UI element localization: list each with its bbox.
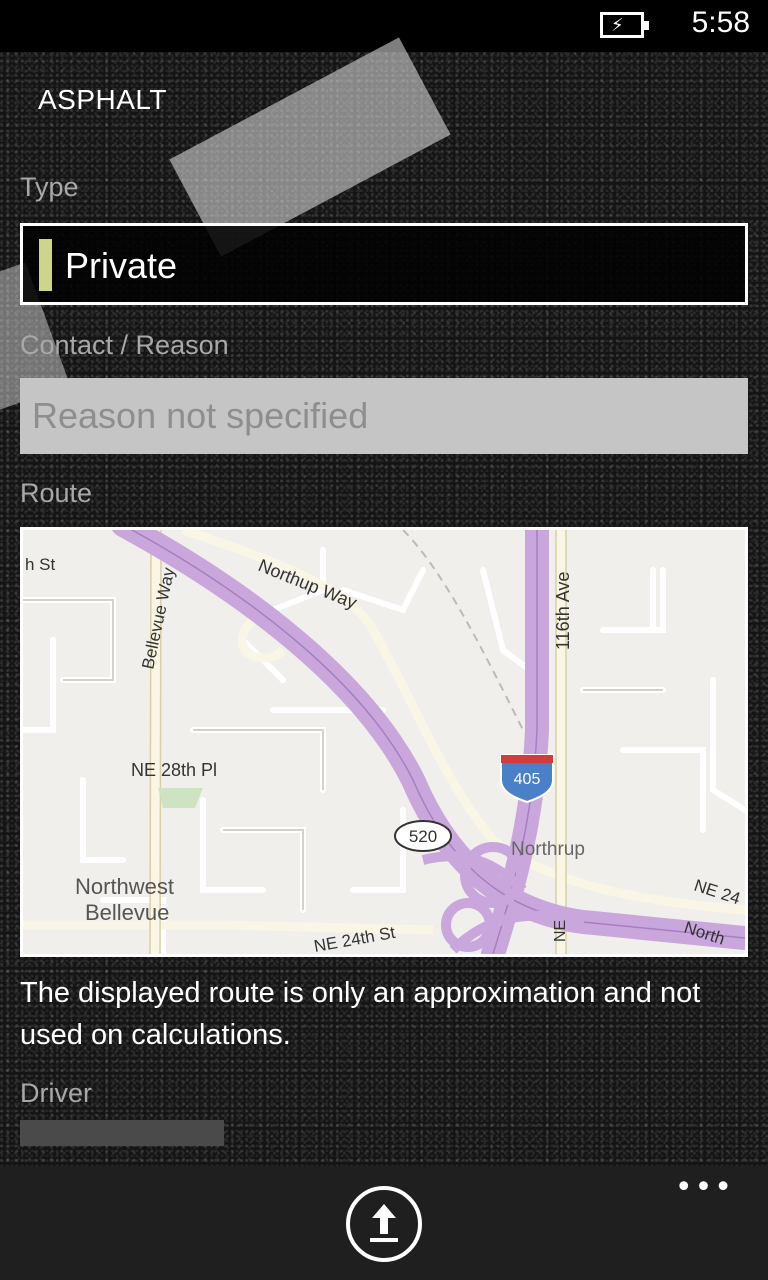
reason-input[interactable] [20, 378, 748, 454]
upload-icon [370, 1204, 398, 1242]
app-title: ASPHALT [38, 84, 168, 115]
svg-text:405: 405 [514, 771, 541, 788]
route-map[interactable]: h St Bellevue Way Northup Way 116th Ave … [20, 527, 748, 957]
sr-520-shield: 520 [394, 820, 452, 852]
driver-label: Driver [20, 1078, 92, 1108]
map-label: Northrup [511, 839, 585, 860]
type-label: Type [20, 172, 79, 202]
type-picker[interactable]: Private [20, 223, 748, 305]
map-label: Bellevue [85, 900, 169, 925]
reason-label: Contact / Reason [20, 330, 229, 360]
svg-text:520: 520 [409, 827, 437, 846]
map-label: NE 28th Pl [131, 760, 217, 780]
map-label: Northwest [75, 874, 174, 899]
battery-charging-icon: ⚡ [600, 12, 649, 38]
upload-button[interactable] [346, 1186, 422, 1262]
driver-field[interactable] [20, 1120, 224, 1146]
app-bar: ••• [0, 1166, 768, 1280]
type-color-indicator [39, 239, 52, 291]
route-note: The displayed route is only an approxima… [20, 977, 701, 1051]
map-label: 116th Ave [553, 572, 573, 650]
route-label: Route [20, 478, 93, 508]
type-value: Private [65, 245, 178, 286]
more-button[interactable]: ••• [675, 1170, 734, 1205]
map-label: NE [552, 920, 569, 942]
clock: 5:58 [691, 6, 750, 39]
map-label: h St [25, 555, 56, 574]
